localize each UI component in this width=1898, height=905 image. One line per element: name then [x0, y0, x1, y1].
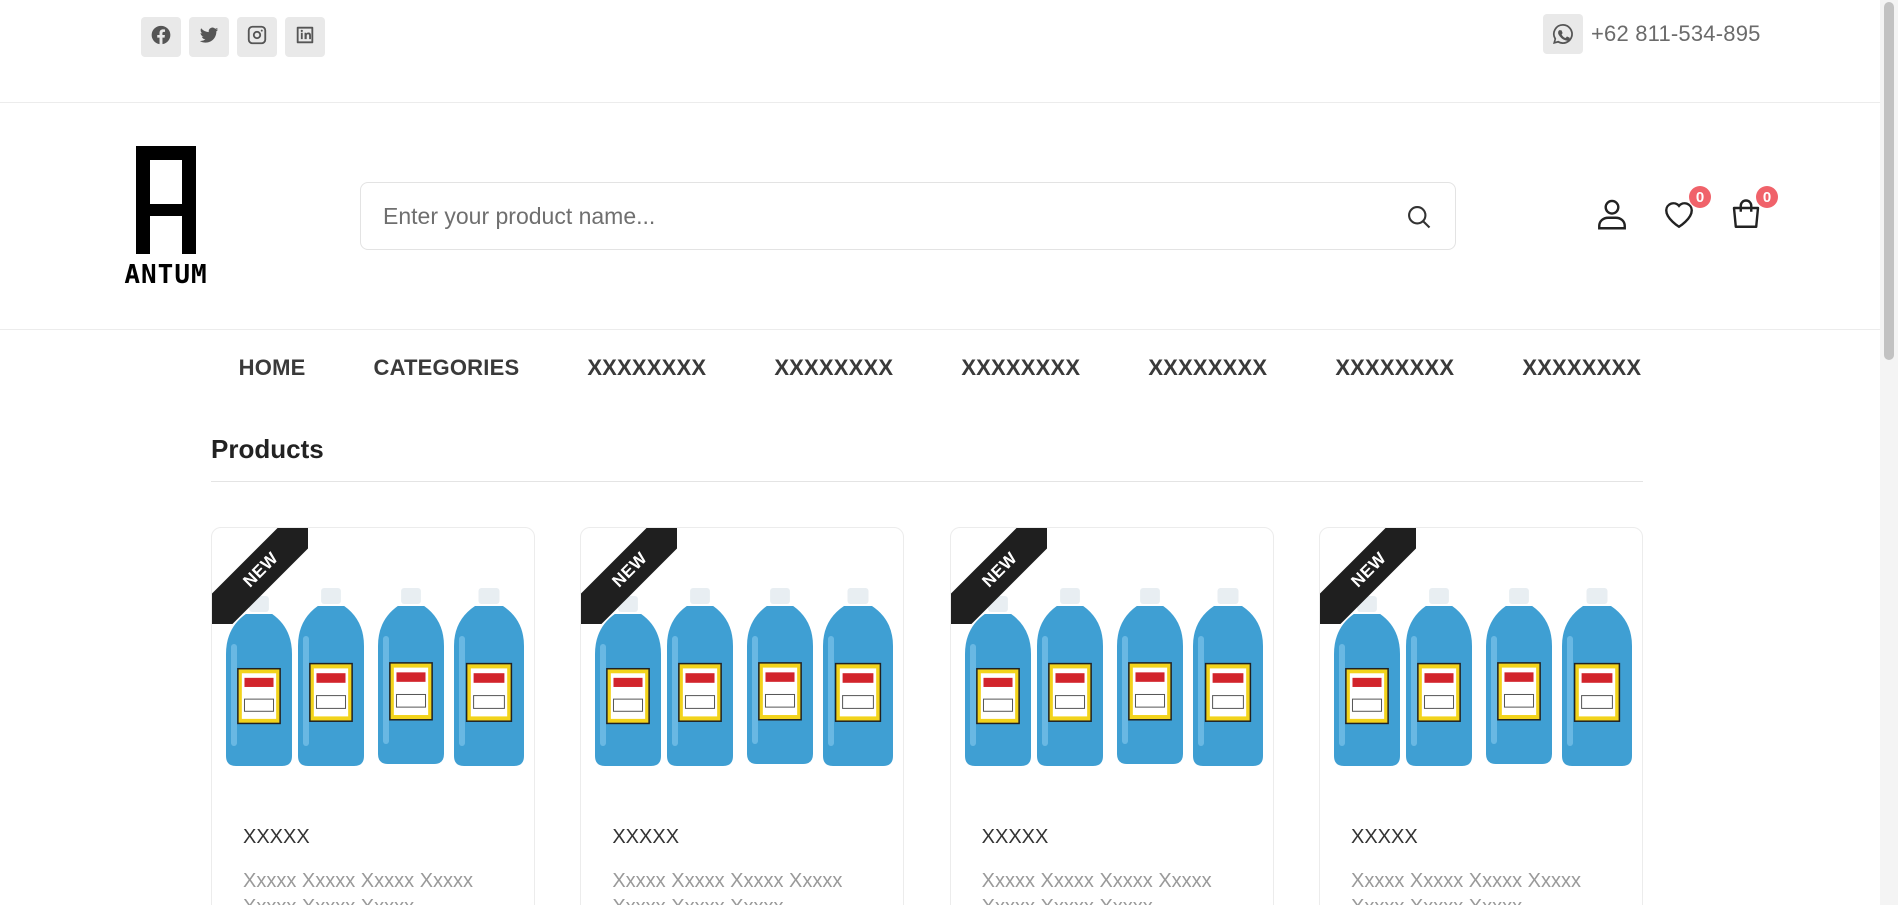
contact-phone[interactable]: +62 811-534-895: [1543, 14, 1761, 54]
cart-button[interactable]: 0: [1728, 186, 1778, 236]
twitter-link[interactable]: [189, 17, 229, 57]
search-bar: [360, 182, 1456, 250]
social-links: [141, 17, 325, 57]
product-description: Xxxxx Xxxxx Xxxxx Xxxxx Xxxxx Xxxxx Xxxx…: [1350, 870, 1582, 905]
bottle: [454, 588, 524, 766]
new-badge: NEW: [950, 528, 1047, 624]
search-input[interactable]: [383, 183, 1343, 249]
product-name[interactable]: XXXXX: [1351, 826, 1418, 849]
product-card[interactable]: NEW XXXXX Xxxxx Xxxxx Xxxxx Xxxxx Xxxxx …: [211, 527, 535, 905]
logo-text: ANTUM: [124, 260, 208, 290]
bottle: [1485, 588, 1552, 764]
user-icon: [1594, 199, 1630, 236]
facebook-link[interactable]: [141, 17, 181, 57]
page-scrollbar[interactable]: [1880, 0, 1898, 905]
product-grid: NEW XXXXX Xxxxx Xxxxx Xxxxx Xxxxx Xxxxx …: [211, 527, 1643, 905]
new-badge: NEW: [1319, 528, 1416, 624]
nav-item-4[interactable]: XXXXXXXX: [740, 331, 927, 409]
nav-item-home[interactable]: HOME: [205, 331, 340, 409]
section-divider: [211, 481, 1643, 482]
logo-mark: [136, 146, 196, 254]
phone-number[interactable]: +62 811-534-895: [1591, 21, 1761, 47]
bottle: [747, 588, 814, 764]
main-nav: HOME CATEGORIES XXXXXXXX XXXXXXXX XXXXXX…: [0, 331, 1880, 409]
product-name[interactable]: XXXXX: [982, 826, 1049, 849]
nav-item-5[interactable]: XXXXXXXX: [927, 331, 1114, 409]
heart-icon: [1661, 202, 1697, 236]
wishlist-button[interactable]: 0: [1661, 186, 1711, 236]
nav-item-6[interactable]: XXXXXXXX: [1114, 331, 1301, 409]
search-icon[interactable]: [1405, 203, 1433, 231]
top-bar: +62 811-534-895: [0, 0, 1880, 103]
instagram-icon: [246, 24, 268, 51]
product-description: Xxxxx Xxxxx Xxxxx Xxxxx Xxxxx Xxxxx Xxxx…: [981, 870, 1212, 905]
whatsapp-icon: [1543, 14, 1583, 54]
nav-item-7[interactable]: XXXXXXXX: [1301, 331, 1488, 409]
scrollbar-thumb[interactable]: [1884, 2, 1894, 360]
product-description: Xxxxx Xxxxx Xxxxx Xxxxx Xxxxx Xxxxx Xxxx…: [612, 870, 843, 905]
nav-item-8[interactable]: XXXXXXXX: [1488, 331, 1675, 409]
nav-item-3[interactable]: XXXXXXXX: [553, 331, 740, 409]
linkedin-icon: [294, 24, 316, 51]
product-description: Xxxxx Xxxxx Xxxxx Xxxxx Xxxxx Xxxxx Xxxx…: [243, 870, 474, 905]
bottle: [823, 588, 894, 766]
new-badge: NEW: [581, 528, 678, 624]
new-badge: NEW: [212, 528, 308, 624]
bottle: [1192, 588, 1263, 766]
wishlist-count-badge: 0: [1689, 186, 1711, 208]
product-card[interactable]: NEW XXXXX Xxxxx Xxxxx Xxxxx Xxxxx Xxxxx …: [1318, 527, 1643, 905]
bottle: [1116, 588, 1183, 764]
shopping-bag-icon: [1728, 199, 1764, 236]
bottle: [1561, 588, 1632, 766]
twitter-icon: [198, 24, 220, 51]
product-card[interactable]: NEW XXXXX Xxxxx Xxxxx Xxxxx Xxxxx Xxxxx …: [949, 527, 1274, 905]
product-name[interactable]: XXXXX: [243, 826, 310, 849]
main-header: ANTUM 0 0: [0, 104, 1880, 330]
section-title: Products: [211, 434, 324, 464]
cart-count-badge: 0: [1756, 186, 1778, 208]
new-ribbon: NEW: [212, 528, 308, 624]
bottle: [378, 588, 444, 764]
account-button[interactable]: [1594, 196, 1630, 236]
brand-logo[interactable]: ANTUM: [124, 142, 208, 294]
nav-item-categories[interactable]: CATEGORIES: [339, 331, 553, 409]
instagram-link[interactable]: [237, 17, 277, 57]
facebook-icon: [150, 24, 172, 51]
new-ribbon: NEW: [581, 528, 678, 624]
new-ribbon: NEW: [950, 528, 1047, 624]
linkedin-link[interactable]: [285, 17, 325, 57]
product-card[interactable]: NEW XXXXX Xxxxx Xxxxx Xxxxx Xxxxx Xxxxx …: [580, 527, 905, 905]
new-ribbon: NEW: [1319, 528, 1416, 624]
product-name[interactable]: XXXXX: [612, 826, 679, 849]
